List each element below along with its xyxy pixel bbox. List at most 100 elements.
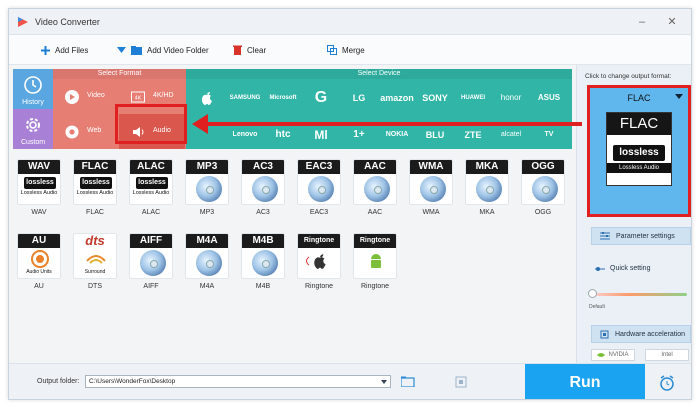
format-tile-caption: M4A — [199, 283, 215, 290]
brand-asus[interactable]: ASUS — [530, 82, 568, 114]
format-tile-ac3[interactable]: AC3 AC3 — [239, 159, 287, 221]
output-folder-field[interactable]: C:\Users\WonderFox\Desktop — [85, 375, 391, 388]
app-logo-icon — [18, 17, 28, 27]
format-tile-mp3[interactable]: MP3 MP3 — [183, 159, 231, 221]
format-tile-head: M4A — [186, 234, 228, 248]
brand-lg[interactable]: LG — [340, 82, 378, 114]
surround-wave-icon — [86, 255, 106, 264]
format-web-option[interactable]: Web — [53, 114, 119, 149]
brand-honor[interactable]: honor — [492, 82, 530, 114]
format-tile-head: FLAC — [74, 160, 116, 174]
hardware-acceleration-button[interactable]: Hardware acceleration — [591, 325, 691, 343]
format-tile-card: AIFF — [129, 233, 173, 279]
format-tile-eac3[interactable]: EAC3 EAC3 — [295, 159, 343, 221]
apple-icon — [201, 92, 212, 105]
format-tile-card: AAC — [353, 159, 397, 205]
format-tile-dts[interactable]: dts Surround DTS — [71, 233, 119, 295]
clear-button[interactable]: Clear — [233, 44, 266, 56]
intel-option[interactable]: Intel — [645, 349, 689, 361]
title-bar: Video Converter – ✕ — [9, 9, 691, 35]
format-tile-caption: OGG — [534, 209, 552, 216]
disc-icon — [308, 176, 334, 202]
app-window: Video Converter – ✕ Add Files Add Video … — [8, 8, 692, 400]
format-tile-ringtone-apple[interactable]: Ringtone Ringtone — [295, 233, 343, 295]
history-label: History — [22, 99, 44, 106]
brand-apple[interactable] — [188, 82, 226, 114]
clock-icon — [24, 76, 42, 94]
video-editor-icon[interactable] — [455, 376, 467, 388]
format-tile-head: WMA — [410, 160, 452, 174]
format-tile-head: M4B — [242, 234, 284, 248]
format-tile-caption: MKA — [479, 209, 495, 216]
format-tile-alac[interactable]: ALAC lossless Lossless Audio ALAC — [127, 159, 175, 221]
quick-setting-label: Quick setting — [610, 265, 651, 272]
add-video-folder-button[interactable]: Add Video Folder — [117, 44, 209, 56]
format-tile-flac[interactable]: FLAC lossless Lossless Audio FLAC — [71, 159, 119, 221]
lossless-badge: lossless — [24, 177, 56, 189]
format-tile-card: AU Audio Units — [17, 233, 61, 279]
format-tile-caption: DTS — [88, 283, 102, 290]
parameter-settings-button[interactable]: Parameter settings — [591, 227, 691, 245]
format-tile-wma[interactable]: WMA WMA — [407, 159, 455, 221]
format-web-label: Web — [87, 127, 102, 134]
format-tile-head: Ringtone — [298, 234, 340, 248]
brand-amazon[interactable]: amazon — [378, 82, 416, 114]
add-files-button[interactable]: Add Files — [41, 44, 88, 56]
disc-icon — [140, 250, 166, 276]
custom-label: Custom — [20, 139, 46, 146]
output-format-name: FLAC — [627, 93, 651, 103]
lossless-badge: lossless — [136, 177, 168, 189]
format-tile-ogg[interactable]: OGG OGG — [519, 159, 567, 221]
alarm-clock-icon[interactable] — [659, 375, 675, 391]
format-tile-card: M4A — [185, 233, 229, 279]
format-tile-head: dts — [74, 234, 116, 248]
format-4khd-label: 4K/HD — [153, 92, 174, 99]
quality-slider[interactable] — [591, 293, 687, 296]
chip-icon — [600, 330, 609, 338]
brand-huawei[interactable]: HUAWEI — [454, 82, 492, 114]
format-tile-card: FLAC lossless Lossless Audio — [73, 159, 117, 205]
output-format-card: FLAC lossless Lossless Audio — [606, 112, 672, 186]
history-button[interactable]: History — [13, 69, 53, 109]
brand-google[interactable]: G — [302, 82, 340, 114]
nvidia-option[interactable]: NVIDIA — [591, 349, 635, 361]
add-files-label: Add Files — [55, 45, 89, 55]
quality-slider-handle[interactable] — [588, 289, 597, 298]
format-tile-mka[interactable]: MKA MKA — [463, 159, 511, 221]
folder-icon — [131, 45, 142, 55]
quick-setting-icon — [595, 266, 605, 271]
output-card-head: FLAC — [607, 113, 671, 135]
format-tile-caption: AU — [34, 283, 44, 290]
format-tile-caption: FLAC — [86, 209, 104, 216]
output-format-selector[interactable]: FLAC FLAC lossless Lossless Audio — [587, 85, 691, 217]
format-tile-caption: Ringtone — [360, 283, 390, 290]
brand-samsung[interactable]: SAMSUNG — [226, 82, 264, 114]
merge-button[interactable]: Merge — [327, 44, 365, 56]
disc-icon — [196, 176, 222, 202]
chevron-down-icon[interactable] — [381, 380, 387, 384]
close-icon[interactable]: ✕ — [665, 15, 679, 29]
format-tile-m4b[interactable]: M4B M4B — [239, 233, 287, 295]
clear-label: Clear — [247, 45, 267, 55]
format-tile-caption: ALAC — [141, 209, 161, 216]
format-tile-wav[interactable]: WAV lossless Lossless Audio WAV — [15, 159, 63, 221]
open-folder-icon[interactable] — [401, 376, 415, 387]
minimize-icon[interactable]: – — [635, 15, 649, 29]
4k-icon: 4K — [131, 91, 145, 103]
sound-wave-icon — [306, 256, 310, 266]
format-tile-ringtone-android[interactable]: Ringtone Ringtone — [351, 233, 399, 295]
au-subtitle: Audio Units — [26, 269, 52, 275]
format-tile-aac[interactable]: AAC AAC — [351, 159, 399, 221]
format-video-option[interactable]: Video — [53, 79, 119, 114]
format-tile-aiff[interactable]: AIFF AIFF — [127, 233, 175, 295]
quick-setting: Quick setting — [595, 265, 650, 272]
format-tile-m4a[interactable]: M4A M4A — [183, 233, 231, 295]
brand-sony[interactable]: SONY — [416, 82, 454, 114]
output-folder-value: C:\Users\WonderFox\Desktop — [89, 378, 176, 385]
custom-button[interactable]: Custom — [13, 109, 53, 149]
brand-microsoft[interactable]: Microsoft — [264, 82, 302, 114]
default-label: Default — [589, 304, 605, 310]
chevron-down-icon[interactable] — [675, 94, 683, 99]
format-tile-au[interactable]: AU Audio Units AU — [15, 233, 63, 295]
run-button[interactable]: Run — [525, 364, 645, 399]
